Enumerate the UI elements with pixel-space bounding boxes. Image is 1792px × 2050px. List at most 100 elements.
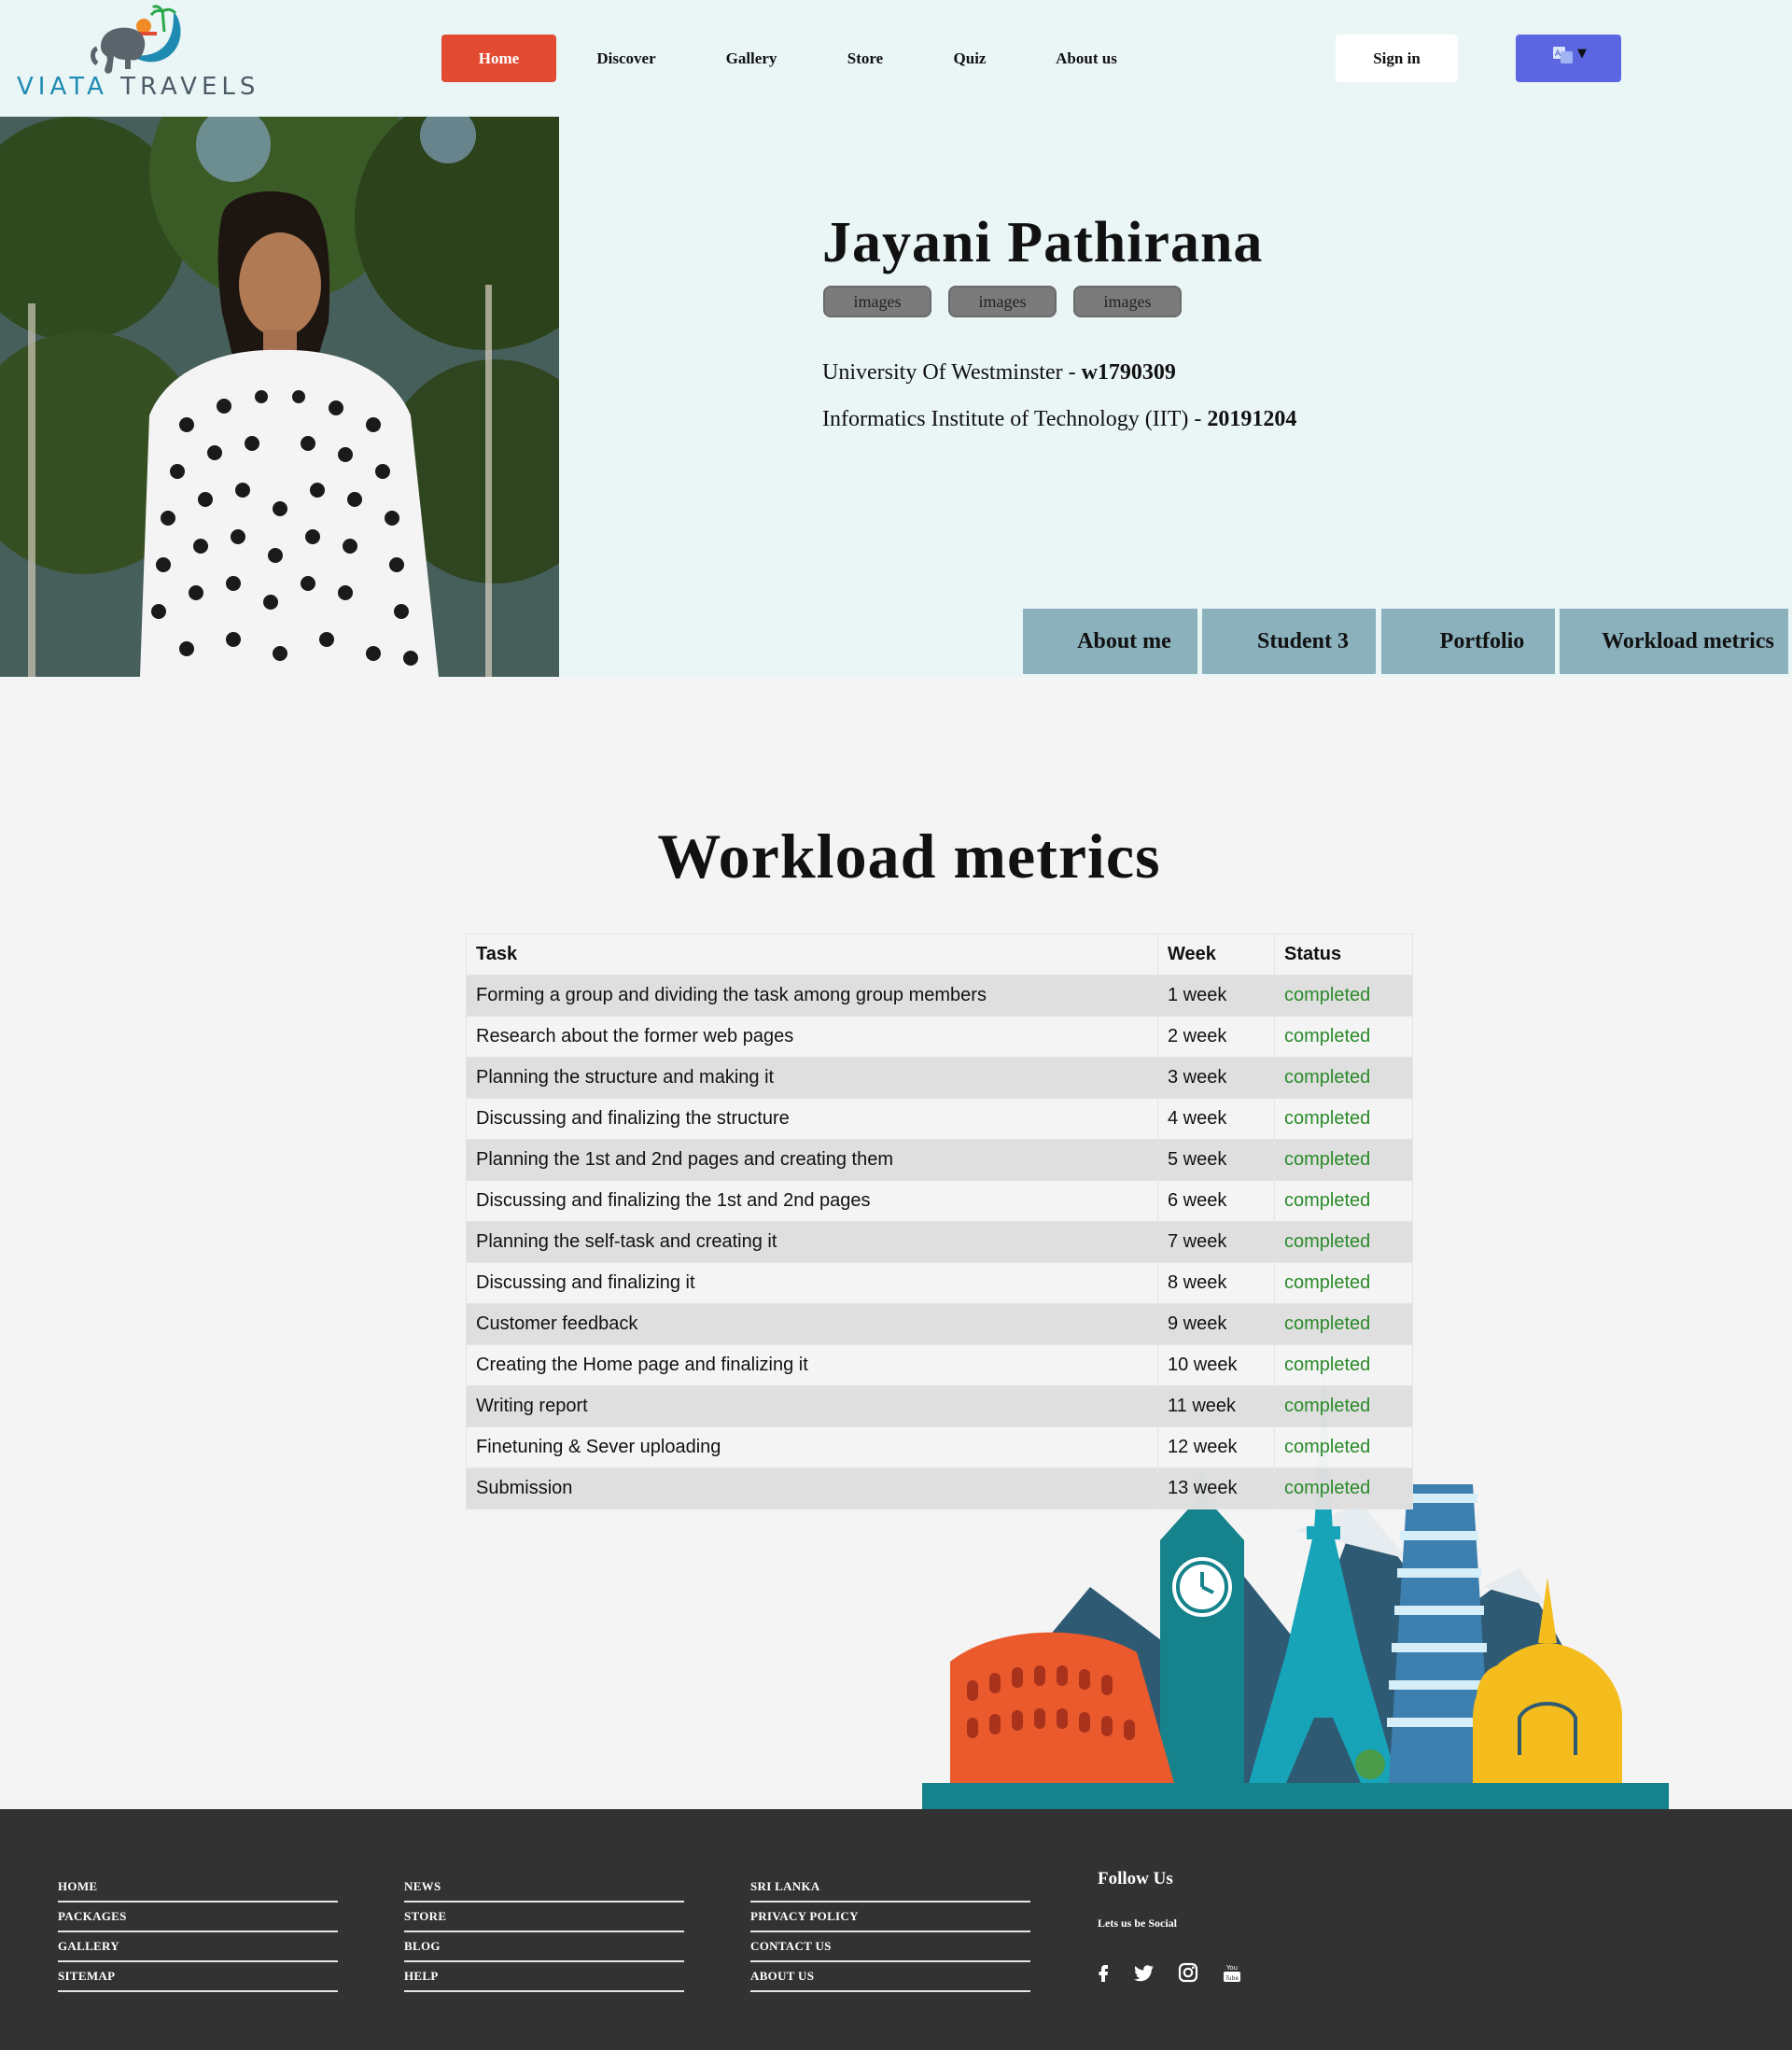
task-cell: Customer feedback [466,1303,1158,1345]
task-cell: Forming a group and dividing the task am… [466,975,1158,1017]
status-cell: completed [1274,1180,1413,1222]
site-header: VIATA TRAVELS Home Discover Gallery Stor… [0,0,1792,117]
table-row: Forming a group and dividing the task am… [466,975,1413,1017]
week-cell: 2 week [1157,1016,1275,1058]
task-cell: Writing report [466,1385,1158,1427]
table-header-row: Task Week Status [466,934,1413,976]
footer-link-store[interactable]: STORE [404,1903,684,1932]
task-cell: Research about the former web pages [466,1016,1158,1058]
week-cell: 4 week [1157,1098,1275,1140]
table-row: Creating the Home page and finalizing it… [466,1344,1413,1386]
tab-portfolio[interactable]: Portfolio [1381,609,1555,674]
sign-in-button[interactable]: Sign in [1336,35,1458,82]
week-cell: 11 week [1157,1385,1275,1427]
youtube-icon[interactable]: Tube You [1221,1961,1243,1984]
translate-icon: A [1553,47,1573,63]
nav-about-us[interactable]: About us [1024,35,1149,82]
status-cell: completed [1274,1139,1413,1181]
tab-workload-metrics[interactable]: Workload metrics [1560,609,1788,674]
week-cell: 8 week [1157,1262,1275,1304]
footer-link-blog[interactable]: BLOG [404,1932,684,1962]
table-row: Planning the structure and making it 3 we… [466,1057,1413,1099]
svg-text:Tube: Tube [1225,1975,1239,1982]
twitter-icon[interactable] [1133,1961,1155,1984]
table-row: Discussing and finalizing the 1st and 2n… [466,1180,1413,1222]
column-header-task: Task [466,934,1158,976]
images-tag-2[interactable]: images [948,286,1057,317]
week-cell: 10 week [1157,1344,1275,1386]
footer-link-news[interactable]: NEWS [404,1873,684,1903]
footer-link-sri-lanka[interactable]: SRI LANKA [750,1873,1030,1903]
nav-discover[interactable]: Discover [567,35,686,82]
status-cell: completed [1274,1467,1413,1509]
viata-travels-logo[interactable]: VIATA TRAVELS [13,4,256,103]
elephant-logo-icon [91,5,181,74]
week-cell: 9 week [1157,1303,1275,1345]
table-row: Customer feedback 9 week completed [466,1303,1413,1345]
tab-student-3[interactable]: Student 3 [1202,609,1376,674]
table-row: Planning the self-task and creating it 7 … [466,1221,1413,1263]
workload-section-title: Workload metrics [657,821,1161,892]
footer-link-about-us[interactable]: ABOUT US [750,1962,1030,1992]
site-footer: HOME PACKAGES GALLERY SITEMAP NEWS STORE… [0,1809,1792,2050]
week-cell: 3 week [1157,1057,1275,1099]
status-cell: completed [1274,1057,1413,1099]
institute-id: 20191204 [1207,407,1297,431]
status-cell: completed [1274,1016,1413,1058]
footer-link-help[interactable]: HELP [404,1962,684,1992]
table-row: Discussing and finalizing the structure 4… [466,1098,1413,1140]
footer-link-sitemap[interactable]: SITEMAP [58,1962,338,1992]
footer-column-3: SRI LANKA PRIVACY POLICY CONTACT US ABOU… [750,1873,1030,1992]
profile-photo-illustration [0,117,559,677]
nav-store[interactable]: Store [819,35,912,82]
task-cell: Creating the Home page and finalizing it [466,1344,1158,1386]
facebook-icon[interactable] [1092,1961,1114,1984]
task-cell: Submission [466,1467,1158,1509]
footer-link-contact-us[interactable]: CONTACT US [750,1932,1030,1962]
footer-link-home[interactable]: HOME [58,1873,338,1903]
logo-word-viata: VIATA [17,73,108,101]
status-cell: completed [1274,975,1413,1017]
week-cell: 1 week [1157,975,1275,1017]
nav-home[interactable]: Home [441,35,556,82]
table-row: Submission 13 week completed [466,1467,1413,1509]
instagram-icon[interactable] [1177,1961,1199,1984]
language-select-button[interactable]: A ▼ [1516,35,1621,82]
svg-text:You: You [1225,1964,1238,1972]
caret-down-icon: ▼ [1577,47,1587,61]
table-row: Discussing and finalizing it 8 week comple… [466,1262,1413,1304]
footer-link-packages[interactable]: PACKAGES [58,1903,338,1932]
column-header-status: Status [1274,934,1413,976]
task-cell: Discussing and finalizing it [466,1262,1158,1304]
status-cell: completed [1274,1221,1413,1263]
status-cell: completed [1274,1344,1413,1386]
status-cell: completed [1274,1262,1413,1304]
table-row: Writing report 11 week completed [466,1385,1413,1427]
week-cell: 12 week [1157,1426,1275,1468]
task-cell: Finetuning & Sever uploading [466,1426,1158,1468]
nav-gallery[interactable]: Gallery [695,35,807,82]
workload-table: Task Week Status Forming a group and div… [466,934,1413,1509]
tab-about-me[interactable]: About me [1023,609,1197,674]
university-label: University Of Westminster - [822,360,1082,385]
task-cell: Discussing and finalizing the 1st and 2n… [466,1180,1158,1222]
status-cell: completed [1274,1385,1413,1427]
images-tag-3[interactable]: images [1073,286,1182,317]
profile-name: Jayani Pathirana [822,211,1264,274]
images-tag-1[interactable]: images [823,286,931,317]
status-cell: completed [1274,1098,1413,1140]
task-cell: Discussing and finalizing the structure [466,1098,1158,1140]
footer-link-gallery[interactable]: GALLERY [58,1932,338,1962]
university-line: University Of Westminster - w1790309 [822,360,1176,386]
nav-quiz[interactable]: Quiz [923,35,1016,82]
footer-column-1: HOME PACKAGES GALLERY SITEMAP [58,1873,338,1992]
svg-text:A: A [1555,49,1561,59]
logo-word-travels: TRAVELS [120,73,260,101]
follow-us-subtitle: Lets us be Social [1098,1917,1178,1930]
week-cell: 5 week [1157,1139,1275,1181]
week-cell: 7 week [1157,1221,1275,1263]
profile-hero: Jayani Pathirana images images images Un… [0,117,1792,677]
footer-link-privacy-policy[interactable]: PRIVACY POLICY [750,1903,1030,1932]
task-cell: Planning the self-task and creating it [466,1221,1158,1263]
table-row: Planning the 1st and 2nd pages and creat… [466,1139,1413,1181]
